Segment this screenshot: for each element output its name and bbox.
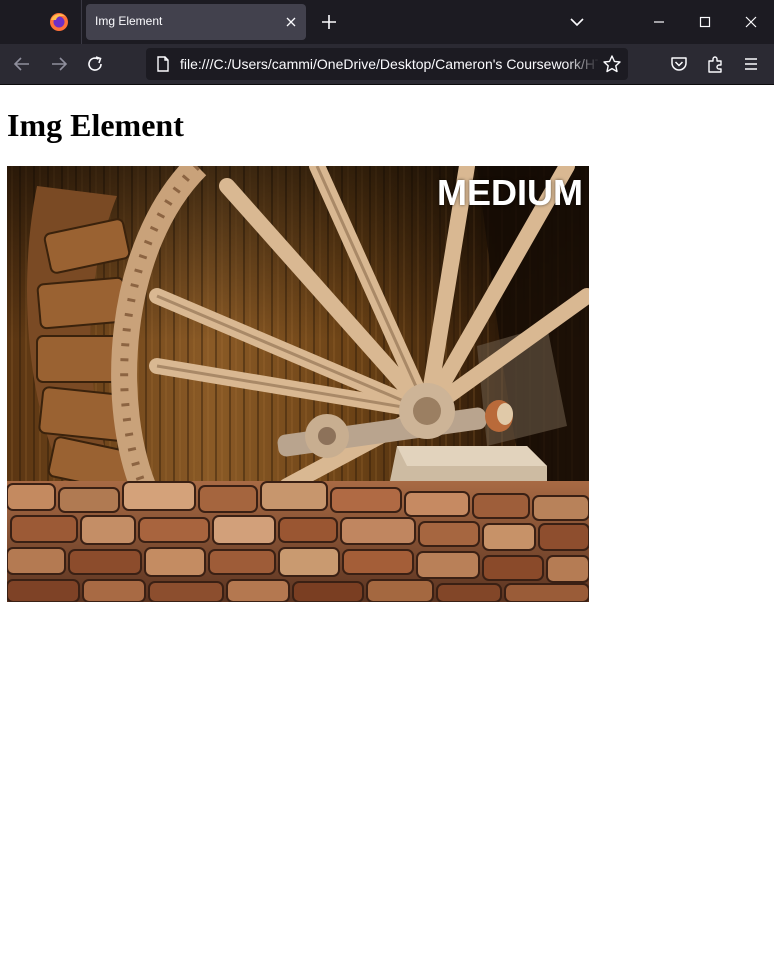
back-arrow-icon[interactable]: [11, 53, 33, 75]
tab-title: Img Element: [95, 14, 163, 28]
menu-icon[interactable]: [740, 53, 762, 75]
url-text[interactable]: file:///C:/Users/cammi/OneDrive/Desktop/…: [180, 56, 598, 72]
navigation-toolbar: file:///C:/Users/cammi/OneDrive/Desktop/…: [0, 44, 774, 84]
minimize-icon[interactable]: [648, 11, 670, 33]
image-overlay-label: MEDIUM: [437, 172, 583, 213]
tab-divider: [81, 0, 82, 44]
new-tab-icon[interactable]: [318, 11, 340, 33]
list-all-tabs-icon[interactable]: [566, 11, 588, 33]
page-heading: Img Element: [7, 107, 184, 143]
maximize-icon[interactable]: [694, 11, 716, 33]
tab-bar: Img Element: [0, 0, 774, 44]
forward-arrow-icon[interactable]: [48, 53, 70, 75]
url-fade: [566, 48, 600, 80]
window-close-icon[interactable]: [740, 11, 762, 33]
page-content: Img Element MEDIUM: [0, 85, 774, 960]
tab-close-icon[interactable]: [282, 13, 300, 31]
pocket-icon[interactable]: [668, 53, 690, 75]
tab-img-element[interactable]: Img Element: [86, 4, 306, 40]
extensions-icon[interactable]: [704, 53, 726, 75]
reload-icon[interactable]: [84, 53, 106, 75]
water-wheel-image: MEDIUM: [7, 166, 589, 602]
water-wheel-picture: [7, 166, 589, 602]
url-bar[interactable]: file:///C:/Users/cammi/OneDrive/Desktop/…: [146, 48, 628, 80]
page-icon: [157, 56, 169, 72]
bookmark-star-icon[interactable]: [602, 54, 622, 74]
firefox-logo-icon[interactable]: [48, 11, 70, 33]
